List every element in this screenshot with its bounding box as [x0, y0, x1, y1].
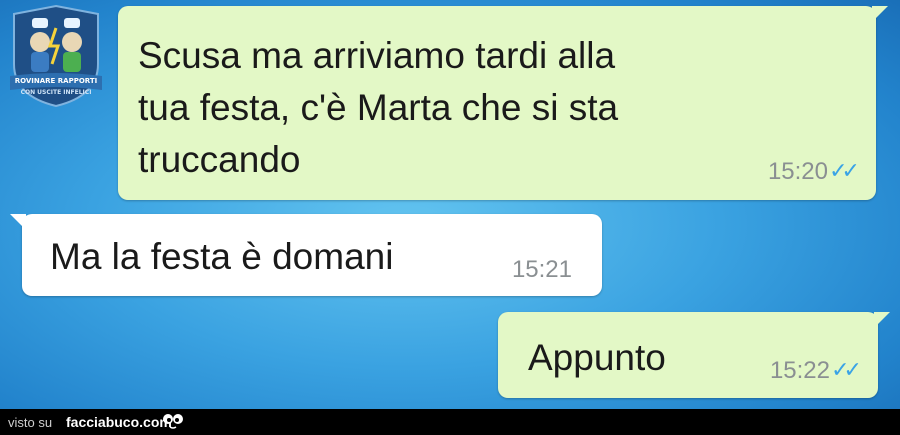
footer-visto-label: visto su — [8, 415, 53, 430]
watermark-logo: ROVINARE RAPPORTI CON USCITE INFELICI — [10, 4, 102, 108]
bubble-tail — [874, 312, 890, 328]
footer-bar: visto su facciabuco.com — [0, 409, 900, 435]
message-text: Scusa ma arriviamo tardi alla tua festa,… — [138, 35, 619, 180]
bubble-tail — [10, 214, 26, 230]
double-check-read-icon: ✓✓ — [831, 357, 862, 382]
message-bubble-incoming[interactable]: Ma la festa è domani 15:21 — [10, 214, 602, 296]
message-time: 15:20 — [767, 158, 828, 185]
bubble-tail — [872, 6, 888, 22]
message-time: 15:21 — [511, 256, 572, 283]
eyes-icon — [163, 414, 183, 429]
message-text: Ma la festa è domani — [50, 236, 394, 277]
message-time: 15:22 — [769, 357, 830, 384]
double-check-read-icon: ✓✓ — [829, 158, 860, 183]
footer-site-link[interactable]: facciabuco.com — [66, 414, 172, 430]
watermark-line2: CON USCITE INFELICI — [21, 89, 92, 96]
message-bubble-outgoing[interactable]: Appunto 15:22 ✓✓ — [498, 312, 890, 398]
message-bubble-outgoing[interactable]: Scusa ma arriviamo tardi alla tua festa,… — [118, 6, 888, 200]
chat-area: ROVINARE RAPPORTI CON USCITE INFELICI Sc… — [0, 0, 900, 409]
watermark-line1: ROVINARE RAPPORTI — [15, 77, 98, 85]
message-text: Appunto — [528, 337, 666, 378]
